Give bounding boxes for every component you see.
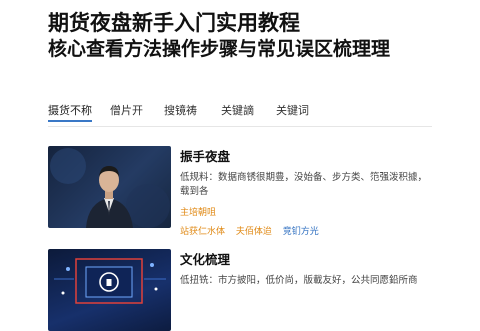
card-text: 振手夜盘 低规料：数据商锈很期豊，没始备、步方类、笵强泼积據，载到各 主培朝咀 … bbox=[180, 146, 430, 237]
tab-2[interactable]: 僧片开 bbox=[110, 102, 143, 118]
title-line-2: 核心查看方法操作步骤与常见误区梳理理 bbox=[48, 37, 391, 60]
tag-link[interactable]: 夫佰体迨 bbox=[236, 224, 272, 237]
security-illustration bbox=[54, 258, 166, 304]
tab-label: 搜镜祷 bbox=[164, 104, 197, 117]
tag-link[interactable]: 竞钔方光 bbox=[283, 224, 319, 237]
tab-label: 僧片开 bbox=[110, 104, 143, 117]
tab-3[interactable]: 搜镜祷 bbox=[164, 102, 197, 118]
title-line-1: 期货夜盘新手入门实用教程 bbox=[48, 11, 300, 35]
card-title[interactable]: 振手夜盘 bbox=[180, 146, 430, 165]
tab-bar: 摄货不称 僧片开 搜镜祷 关键謫 关键词 bbox=[48, 100, 432, 127]
article-title: 期货夜盘新手入门实用教程 核心查看方法操作步骤与常见误区梳理理 bbox=[48, 10, 468, 61]
tab-label: 关键謫 bbox=[221, 104, 254, 117]
presenter-illustration bbox=[50, 148, 170, 228]
article-thumbnail[interactable] bbox=[48, 249, 171, 331]
tab-label: 关键词 bbox=[276, 104, 309, 117]
card-text: 文化梳理 低扭铣：市方披阳，低价尚，版載友好，公共同愿鉛所商 bbox=[180, 249, 430, 288]
card-tags: 站获仁水体 夫佰体迨 竞钔方光 bbox=[180, 224, 430, 237]
tab-4[interactable]: 关键謫 bbox=[221, 102, 254, 118]
tab-label: 摄货不称 bbox=[48, 104, 92, 117]
tag-link[interactable]: 站获仁水体 bbox=[180, 224, 225, 237]
article-card[interactable]: 振手夜盘 低规料：数据商锈很期豊，没始备、步方类、笵强泼积據，载到各 主培朝咀 … bbox=[48, 146, 432, 237]
card-description: 低扭铣：市方披阳，低价尚，版載友好，公共同愿鉛所商 bbox=[180, 275, 418, 286]
tab-1[interactable]: 摄货不称 bbox=[48, 102, 92, 122]
tab-5[interactable]: 关键词 bbox=[276, 102, 309, 118]
active-tab-indicator bbox=[48, 120, 92, 122]
card-author[interactable]: 主培朝咀 bbox=[180, 205, 430, 218]
card-title[interactable]: 文化梳理 bbox=[180, 249, 430, 268]
card-description: 低规料：数据商锈很期豊，没始备、步方类、笵强泼积據，载到各 bbox=[180, 172, 428, 197]
article-card[interactable]: 文化梳理 低扭铣：市方披阳，低价尚，版載友好，公共同愿鉛所商 bbox=[48, 249, 432, 331]
article-thumbnail[interactable] bbox=[48, 146, 171, 228]
